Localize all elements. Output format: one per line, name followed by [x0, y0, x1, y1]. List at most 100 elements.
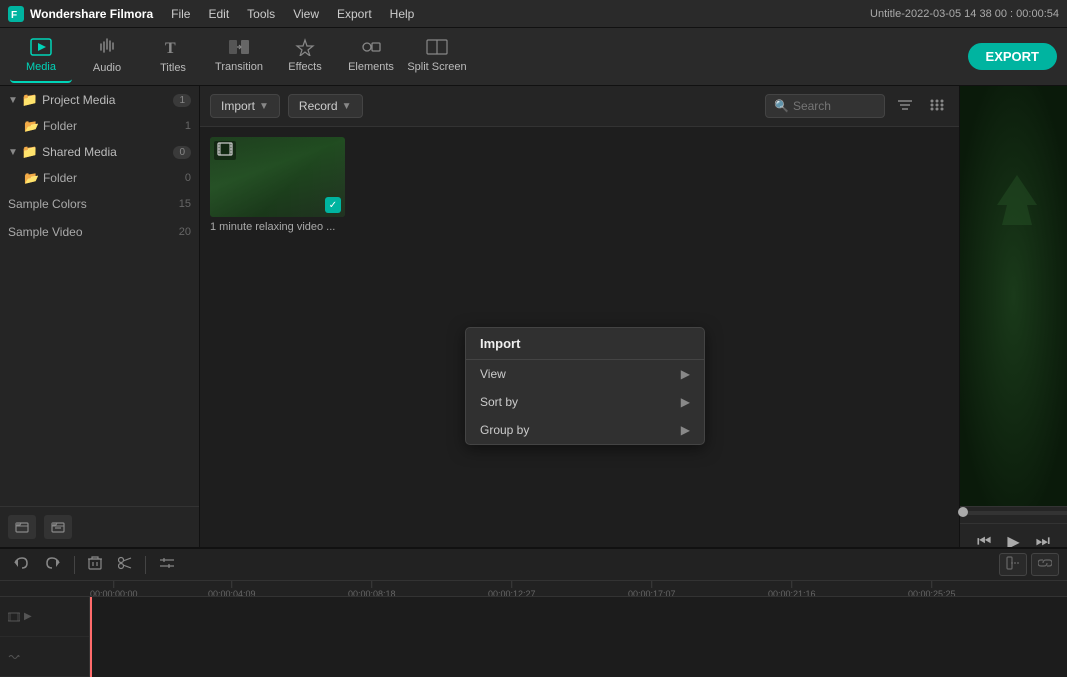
transition-icon [228, 38, 250, 59]
context-menu-item-view[interactable]: View ▶ [466, 360, 704, 388]
project-folder-label: Folder [43, 119, 77, 133]
preview-panel: ⏮ ▶ ⏭ [959, 86, 1067, 547]
filter-button[interactable] [893, 96, 917, 117]
chevron-down-icon-2: ▼ [8, 147, 18, 158]
sidebar-section-shared-media[interactable]: ▼ 📁 Shared Media 0 [0, 138, 199, 166]
grid-view-button[interactable] [925, 96, 949, 117]
project-media-label: Project Media [42, 93, 169, 107]
new-folder-button[interactable] [8, 515, 36, 539]
toolbar-separator-2 [145, 556, 146, 574]
app-logo-icon: F [8, 6, 24, 22]
timeline: 00:00:00:0000:00:04:0900:00:08:1800:00:1… [0, 547, 1067, 677]
sample-colors-count: 15 [179, 198, 191, 210]
main-content: ▼ 📁 Project Media 1 📂 Folder 1 ▼ 📁 Share… [0, 86, 1067, 547]
audio-icon [98, 37, 116, 60]
effects-icon [294, 38, 316, 59]
search-box: 🔍 [765, 94, 885, 118]
tab-audio-label: Audio [93, 62, 121, 74]
tab-splitscreen[interactable]: Split Screen [406, 31, 468, 83]
timeline-tracks-area [90, 597, 1067, 677]
tab-effects-label: Effects [288, 61, 321, 73]
cut-button[interactable] [113, 554, 137, 575]
link-icon-button[interactable] [1031, 553, 1059, 576]
tab-titles-label: Titles [160, 62, 186, 74]
folder-icon: 📁 [22, 92, 38, 108]
svg-text:T: T [165, 40, 176, 57]
redo-button[interactable] [40, 554, 66, 575]
preview-progress-bar-container [960, 506, 1067, 523]
undo-button[interactable] [8, 554, 34, 575]
sidebar-section-project-media[interactable]: ▼ 📁 Project Media 1 [0, 86, 199, 114]
sidebar-item-project-folder[interactable]: 📂 Folder 1 [0, 114, 199, 138]
window-title: Untitle-2022-03-05 14 38 00 : 00:00:54 [870, 8, 1059, 20]
preview-forward-button[interactable]: ⏭ [1032, 531, 1054, 547]
media-panel: Import ▼ Record ▼ 🔍 [200, 86, 959, 547]
toolbar-separator-1 [74, 556, 75, 574]
shared-folder-count: 0 [185, 172, 191, 184]
titles-icon: T [163, 37, 183, 60]
shared-media-label: Shared Media [42, 145, 169, 159]
context-menu-item-sortby[interactable]: Sort by ▶ [466, 388, 704, 416]
sidebar: ▼ 📁 Project Media 1 📂 Folder 1 ▼ 📁 Share… [0, 86, 200, 547]
media-item-0[interactable]: ✓ 1 minute relaxing video ... [210, 137, 350, 233]
tab-splitscreen-label: Split Screen [407, 61, 466, 73]
preview-rewind-button[interactable]: ⏮ [973, 531, 995, 547]
timeline-toolbar [0, 549, 1067, 581]
shared-subfolder-icon: 📂 [24, 171, 39, 185]
context-groupby-label: Group by [480, 423, 529, 437]
menu-export[interactable]: Export [329, 5, 380, 23]
tab-elements-label: Elements [348, 61, 394, 73]
search-input[interactable] [793, 99, 873, 113]
ruler-mark: 00:00:21:16 [768, 581, 816, 597]
snap-icon-button[interactable] [999, 553, 1027, 576]
menu-edit[interactable]: Edit [200, 5, 237, 23]
preview-progress-bar[interactable] [960, 511, 1067, 515]
context-menu-item-groupby[interactable]: Group by ▶ [466, 416, 704, 444]
remove-item-button[interactable] [44, 515, 72, 539]
context-view-label: View [480, 367, 506, 381]
tab-elements[interactable]: Elements [340, 31, 402, 83]
menu-tools[interactable]: Tools [239, 5, 283, 23]
sidebar-item-sample-colors[interactable]: Sample Colors 15 [0, 190, 199, 218]
ruler-mark: 00:00:04:09 [208, 581, 256, 597]
context-menu: Import View ▶ Sort by ▶ Group by ▶ [465, 327, 705, 445]
import-dropdown[interactable]: Import ▼ [210, 94, 280, 118]
snap-buttons-group [999, 553, 1059, 576]
sidebar-item-shared-folder[interactable]: 📂 Folder 0 [0, 166, 199, 190]
tab-media[interactable]: Media [10, 31, 72, 83]
audio-settings-button[interactable] [154, 554, 180, 575]
shared-media-count: 0 [173, 146, 191, 159]
menu-file[interactable]: File [163, 5, 198, 23]
context-groupby-arrow-icon: ▶ [681, 423, 690, 437]
record-dropdown[interactable]: Record ▼ [288, 94, 363, 118]
sample-colors-label: Sample Colors [8, 197, 87, 211]
track-labels: ▶ [0, 597, 90, 677]
menu-help[interactable]: Help [382, 5, 423, 23]
sidebar-item-sample-video[interactable]: Sample Video 20 [0, 218, 199, 246]
media-grid: ✓ 1 minute relaxing video ... Import Vie… [200, 127, 959, 547]
context-sortby-label: Sort by [480, 395, 518, 409]
tab-transition-label: Transition [215, 61, 263, 73]
ruler-mark: 00:00:00:00 [90, 581, 138, 597]
record-label: Record [299, 99, 338, 113]
chevron-down-icon: ▼ [8, 95, 18, 106]
project-media-count: 1 [173, 94, 191, 107]
delete-clip-button[interactable] [83, 554, 107, 575]
preview-controls: ⏮ ▶ ⏭ [960, 523, 1067, 547]
tab-transition[interactable]: Transition [208, 31, 270, 83]
tab-titles[interactable]: T Titles [142, 31, 204, 83]
preview-tree-icon [992, 170, 1042, 230]
menu-view[interactable]: View [285, 5, 327, 23]
playhead-cursor[interactable] [90, 597, 92, 677]
search-icon: 🔍 [774, 99, 789, 113]
media-item-label-0: 1 minute relaxing video ... [210, 221, 345, 233]
tab-media-label: Media [26, 61, 56, 73]
export-button[interactable]: EXPORT [968, 43, 1057, 70]
ruler-mark: 00:00:25:25 [908, 581, 956, 597]
tab-audio[interactable]: Audio [76, 31, 138, 83]
elements-icon [360, 38, 382, 59]
context-view-arrow-icon: ▶ [681, 367, 690, 381]
preview-play-button[interactable]: ▶ [1003, 530, 1023, 547]
preview-progress-handle[interactable] [958, 507, 968, 517]
tab-effects[interactable]: Effects [274, 31, 336, 83]
